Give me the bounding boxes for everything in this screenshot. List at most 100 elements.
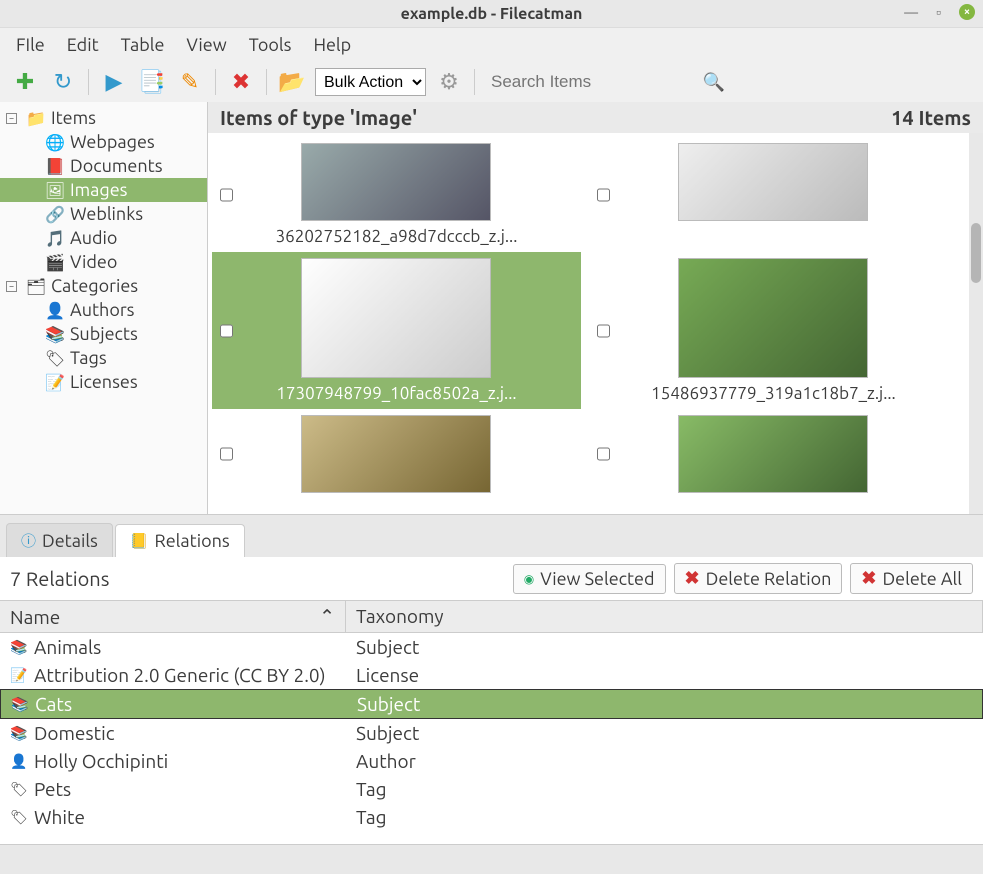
thumbnail-checkbox[interactable] bbox=[220, 188, 233, 201]
categories-icon: 🗂 bbox=[25, 277, 47, 296]
minimize-button[interactable]: — bbox=[904, 4, 918, 20]
column-name[interactable]: Name ⌃ bbox=[0, 601, 346, 632]
relation-icon: 📚 bbox=[10, 639, 28, 656]
menu-help[interactable]: Help bbox=[313, 35, 351, 55]
add-icon[interactable]: ✚ bbox=[10, 67, 40, 97]
bulk-action-select[interactable]: Bulk Action bbox=[315, 68, 426, 96]
menu-table[interactable]: Table bbox=[121, 35, 165, 55]
view-selected-label: View Selected bbox=[540, 569, 654, 589]
type-icon: 🎬 bbox=[44, 253, 66, 272]
sidebar-item-label: Video bbox=[70, 252, 117, 272]
sidebar-category-tags[interactable]: 🏷Tags bbox=[0, 346, 207, 370]
category-icon: 📝 bbox=[44, 373, 66, 392]
column-name-label: Name bbox=[10, 606, 60, 628]
sidebar-item-audio[interactable]: 🎵Audio bbox=[0, 226, 207, 250]
search-input[interactable] bbox=[491, 68, 691, 96]
thumbnail-image bbox=[301, 258, 491, 378]
open-folder-icon[interactable]: 📂 bbox=[277, 67, 307, 97]
sidebar-item-label: Authors bbox=[70, 300, 135, 320]
scrollbar[interactable] bbox=[969, 133, 983, 514]
relations-header: Name ⌃ Taxonomy bbox=[0, 600, 983, 633]
window-title: example.db - Filecatman bbox=[401, 5, 583, 23]
thumbnail-checkbox[interactable] bbox=[597, 448, 610, 461]
menu-tools[interactable]: Tools bbox=[249, 35, 292, 55]
maximize-button[interactable]: ▫ bbox=[936, 4, 941, 20]
thumbnail-image bbox=[678, 258, 868, 378]
tree-categories-root[interactable]: − 🗂 Categories bbox=[0, 274, 207, 298]
delete-all-button[interactable]: ✖ Delete All bbox=[850, 563, 973, 594]
relation-name: White bbox=[34, 806, 85, 828]
delete-icon[interactable]: ✖ bbox=[226, 67, 256, 97]
bottom-panel: ⓘ Details 📒 Relations 7 Relations ◉ View… bbox=[0, 514, 983, 874]
menu-file[interactable]: FIle bbox=[16, 35, 45, 55]
tab-details[interactable]: ⓘ Details bbox=[6, 523, 113, 557]
relation-row[interactable]: 📚DomesticSubject bbox=[0, 719, 983, 747]
relation-row[interactable]: 🏷PetsTag bbox=[0, 775, 983, 803]
tree-items-root[interactable]: − 📁 Items bbox=[0, 106, 207, 130]
play-icon[interactable]: ▶ bbox=[99, 67, 129, 97]
sidebar-item-images[interactable]: 🖼Images bbox=[0, 178, 207, 202]
relations-count: 7 Relations bbox=[10, 567, 109, 590]
edit-icon[interactable]: ✎ bbox=[175, 67, 205, 97]
menu-edit[interactable]: Edit bbox=[67, 35, 99, 55]
search-icon[interactable]: 🔍 bbox=[699, 67, 729, 97]
grid-wrap: 36202752182_a98d7dcccb_z.j...17307948799… bbox=[208, 133, 983, 514]
sidebar-item-video[interactable]: 🎬Video bbox=[0, 250, 207, 274]
type-icon: 📕 bbox=[44, 157, 66, 176]
column-taxonomy[interactable]: Taxonomy bbox=[346, 601, 983, 632]
relation-row[interactable]: 🏷WhiteTag bbox=[0, 803, 983, 831]
thumbnail-checkbox[interactable] bbox=[597, 324, 610, 337]
thumbnail-checkbox[interactable] bbox=[220, 448, 233, 461]
sidebar-item-webpages[interactable]: 🌐Webpages bbox=[0, 130, 207, 154]
type-icon: 🔗 bbox=[44, 205, 66, 224]
menu-view[interactable]: View bbox=[186, 35, 226, 55]
tab-relations[interactable]: 📒 Relations bbox=[115, 524, 245, 557]
copy-icon[interactable]: 📑 bbox=[137, 67, 167, 97]
relation-name: Holly Occhipinti bbox=[34, 750, 168, 772]
collapse-icon[interactable]: − bbox=[6, 113, 17, 124]
delete-relation-button[interactable]: ✖ Delete Relation bbox=[674, 563, 843, 594]
view-selected-button[interactable]: ◉ View Selected bbox=[513, 564, 666, 594]
scrollbar-thumb[interactable] bbox=[971, 223, 981, 283]
relations-toolbar: 7 Relations ◉ View Selected ✖ Delete Rel… bbox=[0, 557, 983, 600]
gear-icon[interactable]: ⚙ bbox=[434, 67, 464, 97]
sidebar-category-subjects[interactable]: 📚Subjects bbox=[0, 322, 207, 346]
main-area: − 📁 Items 🌐Webpages📕Documents🖼Images🔗Web… bbox=[0, 102, 983, 514]
sidebar-category-licenses[interactable]: 📝Licenses bbox=[0, 370, 207, 394]
thumbnail-item[interactable] bbox=[589, 409, 958, 499]
sidebar-item-documents[interactable]: 📕Documents bbox=[0, 154, 207, 178]
thumbnail-item[interactable] bbox=[589, 137, 958, 252]
thumbnail-image bbox=[301, 143, 491, 221]
delete-icon: ✖ bbox=[861, 568, 876, 589]
sidebar-category-authors[interactable]: 👤Authors bbox=[0, 298, 207, 322]
thumbnail-grid[interactable]: 36202752182_a98d7dcccb_z.j...17307948799… bbox=[208, 133, 969, 514]
category-icon: 📚 bbox=[44, 325, 66, 344]
sidebar-item-label: Weblinks bbox=[70, 204, 143, 224]
type-icon: 🎵 bbox=[44, 229, 66, 248]
relation-taxonomy: Tag bbox=[346, 777, 983, 801]
thumbnail-image bbox=[678, 415, 868, 493]
delete-icon: ✖ bbox=[685, 568, 700, 589]
type-icon: 🖼 bbox=[44, 181, 66, 200]
thumbnail-item[interactable]: 36202752182_a98d7dcccb_z.j... bbox=[212, 137, 581, 252]
relation-icon: 🏷 bbox=[10, 781, 28, 798]
relation-row[interactable]: 📝Attribution 2.0 Generic (CC BY 2.0)Lice… bbox=[0, 661, 983, 689]
close-button[interactable]: × bbox=[959, 4, 975, 20]
thumbnail-item[interactable] bbox=[212, 409, 581, 499]
category-icon: 👤 bbox=[44, 301, 66, 320]
info-icon: ⓘ bbox=[21, 530, 36, 551]
separator bbox=[215, 69, 216, 95]
thumbnail-item[interactable]: 17307948799_10fac8502a_z.j... bbox=[212, 252, 581, 409]
collapse-icon[interactable]: − bbox=[6, 281, 17, 292]
thumbnail-item[interactable]: 15486937779_319a1c18b7_z.j... bbox=[589, 252, 958, 409]
sidebar-item-label: Documents bbox=[70, 156, 163, 176]
refresh-icon[interactable]: ↻ bbox=[48, 67, 78, 97]
relation-row[interactable]: 📚CatsSubject bbox=[0, 689, 983, 719]
thumbnail-checkbox[interactable] bbox=[220, 324, 233, 337]
content-header: Items of type 'Image' 14 Items bbox=[208, 102, 983, 133]
thumbnail-checkbox[interactable] bbox=[597, 188, 610, 201]
relation-row[interactable]: 👤Holly OcchipintiAuthor bbox=[0, 747, 983, 775]
relation-row[interactable]: 📚AnimalsSubject bbox=[0, 633, 983, 661]
separator bbox=[266, 69, 267, 95]
sidebar-item-weblinks[interactable]: 🔗Weblinks bbox=[0, 202, 207, 226]
